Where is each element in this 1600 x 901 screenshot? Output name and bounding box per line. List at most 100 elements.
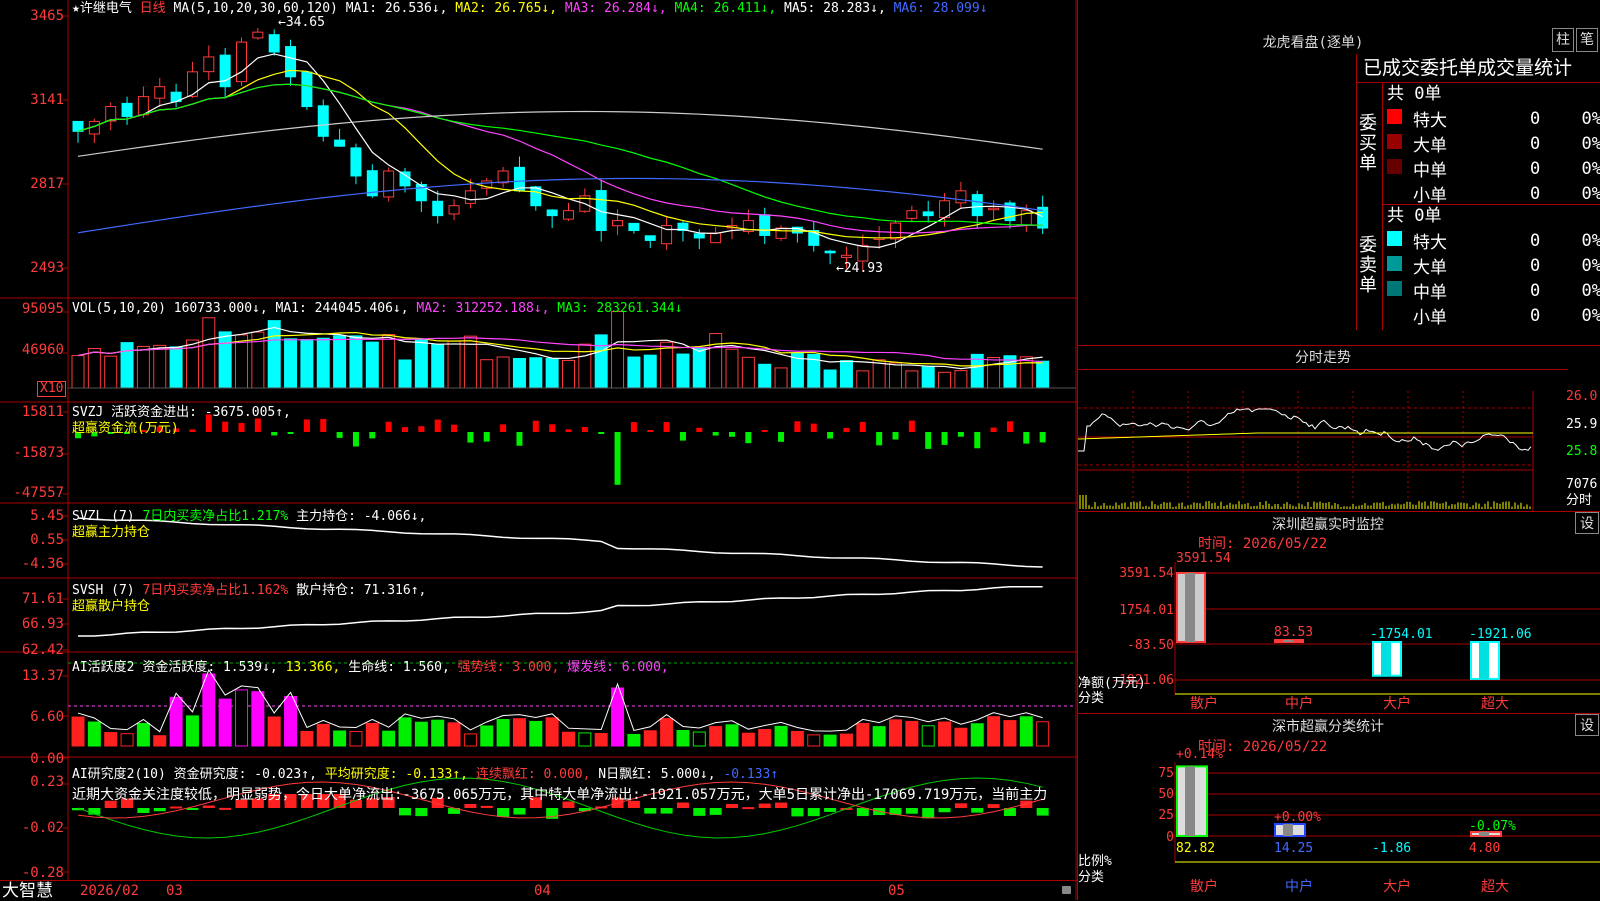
intraday-panel[interactable]: 分时走势 26.0 25.9 25.8 7076 分时 [1078,346,1600,512]
color-swatch [1387,158,1402,174]
fund-flow-bar [320,418,327,432]
lhb-panel: 龙虎看盘(逐单) 柱 笔 已成交委托单成交量统计 委买单 共 0单 特大 0 0% … [1078,0,1600,346]
fund-flow-bar [679,432,686,441]
classify-cat-label: 超大 [1481,879,1509,895]
date-tick: 04 [534,883,551,899]
volume-bar [562,359,575,389]
bar-mode-button[interactable]: 柱 [1552,28,1574,52]
activity-bar [872,726,886,747]
favorite-star-icon[interactable]: ★ [72,1,80,16]
activity-bar [235,689,248,747]
candle-body [857,244,869,262]
buy-table: 特大 0 0% 大单 0 0% 中单 0 0% 小单 0 0% [1387,106,1600,206]
activity-bar [496,719,510,747]
fund-flow-bar [369,432,376,439]
candle-body [105,106,117,122]
kline-chart[interactable] [0,0,1077,900]
table-row: 中单 0 0% [1387,156,1600,181]
volume-bar [823,369,837,389]
tick-mode-button[interactable]: 笔 [1576,28,1598,52]
research-bar [644,808,657,814]
fund-flow-bar [418,426,425,432]
activity-bar [267,716,281,747]
classify-cat-label: 中户 [1285,879,1313,895]
lock-icon[interactable] [1062,886,1071,894]
classify-top-label: +0.14% [1176,747,1223,762]
svsh-axis-label: 62.42 [21,642,64,658]
fund-flow-bar [892,432,899,440]
classify-bottom-label: 4.80 [1469,841,1501,856]
svzj-header: SVZJ 活跃资金进出: -3675.005↑, [72,405,291,420]
activity-bar [921,725,935,747]
kline-region[interactable]: 3465 3141 2817 2493 95095 46960 X10 1581… [0,0,1077,900]
intraday-price-label: 26.0 [1566,389,1598,404]
fund-flow-bar [303,419,310,432]
low-price-mark: ←24.93 [836,261,883,276]
volume-bar [839,360,853,389]
intraday-price-label: 25.9 [1566,417,1598,432]
activity-bar [87,721,101,747]
fund-flow-bar [990,427,997,432]
research-bar [480,805,493,808]
ma-params: MA(5,10,20,30,60,120) [173,1,338,16]
volume-bar [987,357,1001,389]
table-row: 特大 0 0% [1387,228,1600,253]
vol-axis-label: 46960 [21,342,64,358]
fund-flow-bar [532,420,539,432]
classify-top-label: +0.00% [1274,810,1321,825]
period-label[interactable]: 日线 [140,1,166,16]
volume-bar [1036,360,1050,389]
candle-body [546,209,558,217]
candle-body [350,147,362,177]
volume-bar [643,354,657,389]
candle-body [399,171,411,187]
activity-bar [905,720,919,747]
fund-flow-bar [451,424,458,432]
fund-flow-bar [614,432,621,485]
research-bar [954,803,967,808]
intraday-chart[interactable] [1078,371,1600,511]
research-bar [660,808,673,814]
classify-bottom-label: 82.82 [1176,841,1216,856]
activity-bar [839,733,853,747]
activity-bar [709,726,723,747]
price-axis-label: 3465 [30,8,64,24]
volume-bar [529,357,543,389]
activity-bar [660,718,674,747]
brand-label: 大智慧 [2,881,53,901]
activity-bar [970,723,984,747]
volume-bar [545,357,559,389]
price-axis-label: 2493 [30,260,64,276]
fund-flow-bar [974,432,981,449]
fund-flow-bar [271,432,278,436]
volume-bar [709,333,723,389]
stock-name[interactable]: 许继电气 [80,1,132,16]
candle-body [448,205,460,215]
research-bar [153,808,166,812]
volume-bar [594,334,608,389]
monitor-cat-label: 中户 [1285,696,1313,712]
fund-flow-bar [516,432,523,446]
ai1-axis-label: 6.60 [30,709,64,725]
activity-bar [545,717,559,747]
monitor-chart [1174,562,1600,695]
ma2-value: MA2: 26.765↓, [455,1,558,16]
date-tick: 2026/02 [80,883,140,899]
fund-flow-bar [810,423,817,432]
candle-body [971,194,983,217]
candle-body [383,170,395,198]
ma5-line [77,110,1043,157]
lhb-table: 已成交委托单成交量统计 委买单 共 0单 特大 0 0% 大单 0 0% 中单 0 0% 小… [1356,54,1600,330]
activity-bar [938,721,952,747]
research-bar [513,808,526,815]
svzj-axis-label: 15811 [21,404,64,420]
activity-bar [1036,721,1050,747]
research-bar [775,802,788,808]
fund-flow-bar [908,420,915,432]
fund-flow-bar [1023,432,1030,444]
volume-bar [202,317,216,389]
ai2-axis-label: -0.28 [21,865,64,881]
volume-bar [856,370,870,389]
fund-flow-bar [434,419,441,432]
activity-bar [120,733,134,747]
